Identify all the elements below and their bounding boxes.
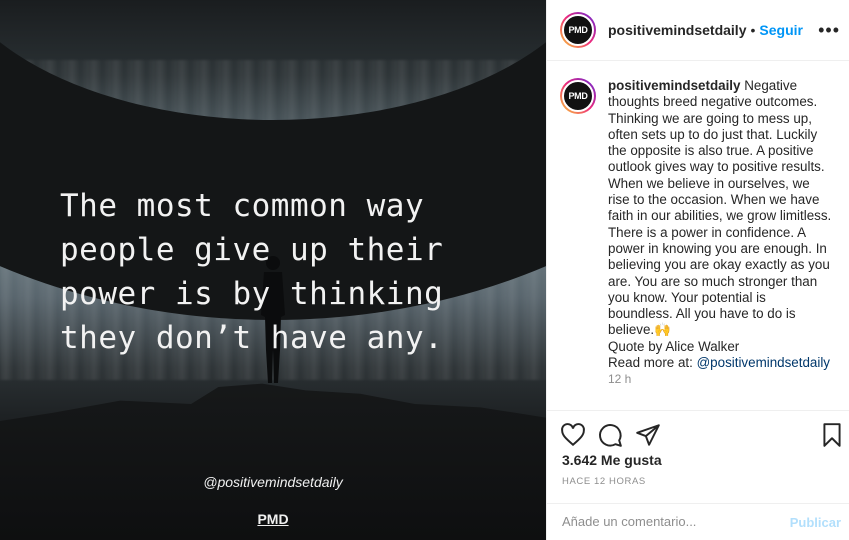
quote-text: The most common way people give up their… [60,188,444,356]
follow-button[interactable]: Seguir [759,22,803,38]
like-count[interactable]: 3.642 Me gusta [562,452,662,468]
comment-bar: Publicar [547,503,849,540]
caption-body: positivemindsetdaily Negative thoughts b… [608,78,834,410]
separator-dot: • [750,22,756,38]
caption-avatar[interactable]: PMD [560,78,596,114]
bookmark-icon[interactable] [819,422,845,448]
share-icon[interactable] [635,422,661,448]
comment-icon[interactable] [597,422,623,448]
read-more-mention[interactable]: @positivemindsetdaily [697,355,830,370]
post-image[interactable]: The most common way people give up their… [0,0,546,540]
heart-icon[interactable] [560,422,586,448]
post-sidebar: PMD positivemindsetdaily • Seguir ••• PM… [546,0,849,540]
action-bar [547,410,849,450]
caption-avatar-logo: PMD [562,80,594,112]
read-more: Read more at: @positivemindsetdaily [608,355,834,371]
post-header: PMD positivemindsetdaily • Seguir ••• [547,0,849,61]
publish-button[interactable]: Publicar [790,515,841,530]
image-handle: @positivemindsetdaily [203,474,343,490]
more-options-icon[interactable]: ••• [818,20,840,41]
image-logo: PMD [257,511,289,527]
header-username[interactable]: positivemindsetdaily [608,22,746,38]
caption: PMD positivemindsetdaily Negative though… [547,62,849,410]
caption-username[interactable]: positivemindsetdaily [608,78,740,93]
quote-credit: Quote by Alice Walker [608,338,740,354]
avatar-logo: PMD [562,14,594,46]
post-age[interactable]: HACE 12 HORAS [562,476,646,487]
read-more-label: Read more at: [608,355,697,371]
avatar[interactable]: PMD [560,12,596,48]
comment-input[interactable] [562,514,772,529]
caption-text: Negative thoughts breed negative outcome… [608,78,832,338]
caption-time[interactable]: 12 h [608,371,834,387]
